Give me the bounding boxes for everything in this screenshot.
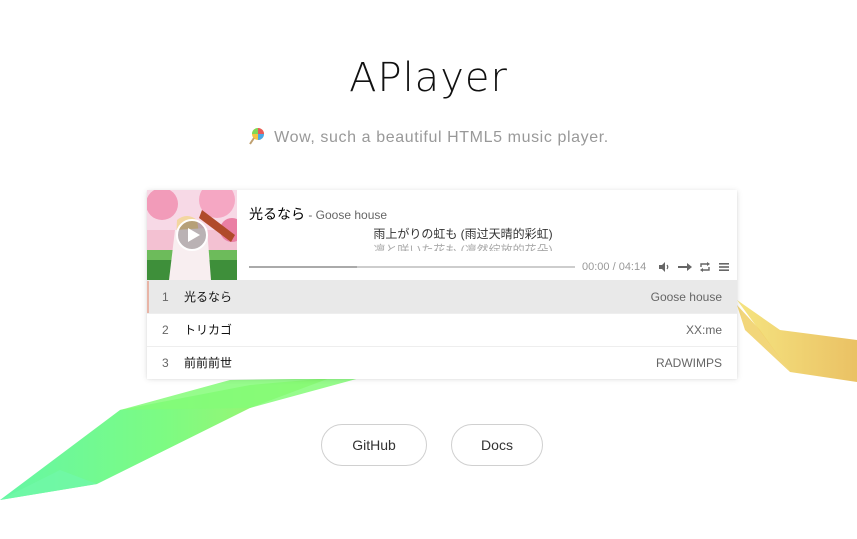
now-playing: 光るなら - Goose house (249, 204, 387, 224)
track-index: 2 (162, 323, 169, 337)
order-icon (678, 263, 692, 271)
track-title: 前前前世 (184, 356, 233, 370)
track-artist: RADWIMPS (656, 356, 722, 370)
time-display: 00:00 / 04:14 (582, 261, 647, 273)
artist-separator: - (305, 208, 316, 222)
menu-button[interactable] (718, 261, 730, 273)
menu-icon (719, 263, 729, 271)
github-button[interactable]: GitHub (321, 424, 427, 466)
progress-bar[interactable] (249, 266, 575, 268)
track-artist: XX:me (685, 323, 722, 337)
player-info: 光るなら - Goose house 雨上がりの虹も (雨过天晴的彩虹) 凛と咲… (249, 190, 737, 280)
lyric-next: 凛と咲いた花も (凛然绽放的花朵) (373, 243, 553, 251)
play-icon (176, 219, 208, 251)
volume-icon (659, 262, 669, 272)
track-artist: Goose house (650, 290, 722, 304)
subtitle-text: Wow, such a beautiful HTML5 music player… (274, 129, 609, 146)
lollipop-icon (248, 127, 266, 150)
playlist-item[interactable]: 1 光るなら Goose house (147, 280, 737, 313)
lyric-current: 雨上がりの虹も (雨过天晴的彩虹) (373, 227, 553, 241)
track-index: 1 (162, 290, 169, 304)
playlist-item[interactable]: 2 トリカゴ XX:me (147, 313, 737, 346)
song-title: 光るなら (249, 206, 305, 222)
song-artist: Goose house (315, 208, 388, 222)
loop-icon (700, 262, 710, 272)
volume-button[interactable] (658, 261, 670, 273)
loop-button[interactable] (699, 261, 711, 273)
playlist: 1 光るなら Goose house 2 トリカゴ XX:me 3 前前前世 R… (147, 280, 737, 379)
music-player: 光るなら - Goose house 雨上がりの虹も (雨过天晴的彩虹) 凛と咲… (147, 190, 737, 379)
track-title: トリカゴ (184, 323, 233, 337)
page-title: APlayer (349, 55, 508, 101)
album-cover (147, 190, 237, 280)
order-button[interactable] (677, 261, 693, 273)
track-title: 光るなら (184, 290, 233, 304)
play-button[interactable] (175, 218, 209, 252)
docs-button[interactable]: Docs (451, 424, 543, 466)
track-index: 3 (162, 356, 169, 370)
progress-loaded (249, 266, 357, 268)
playlist-item[interactable]: 3 前前前世 RADWIMPS (147, 346, 737, 379)
page-subtitle: Wow, such a beautiful HTML5 music player… (0, 127, 857, 150)
